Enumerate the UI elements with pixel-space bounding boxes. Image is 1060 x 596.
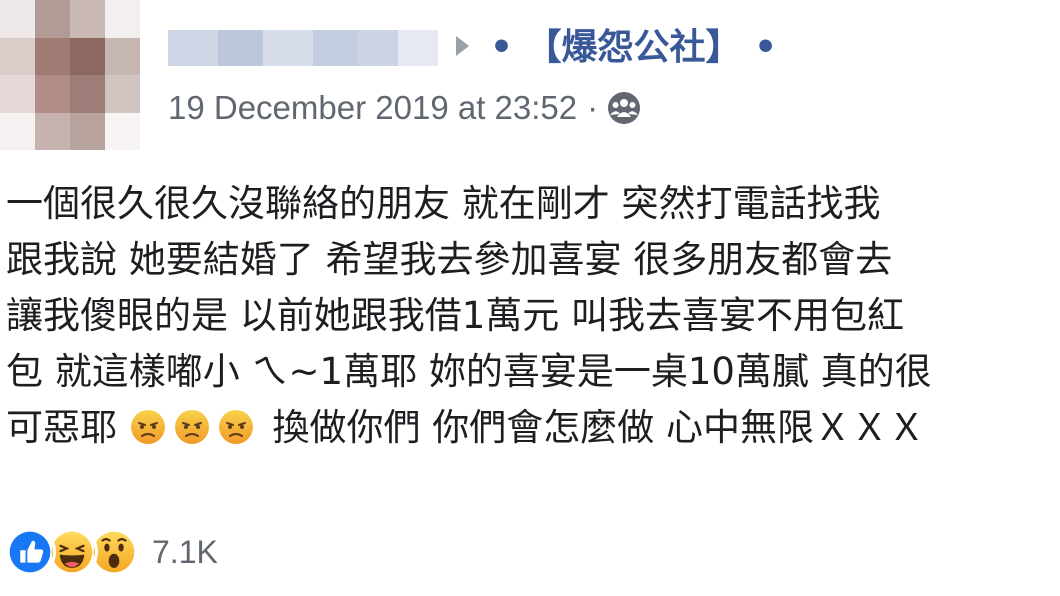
arrow-right-icon	[456, 36, 469, 56]
angry-face-icon	[218, 410, 253, 444]
post-body: 一個很久很久沒聯絡的朋友 就在剛才 突然打電話找我 跟我說 她要結婚了 希望我去…	[6, 176, 1060, 456]
post-text-line: 包 就這樣嘟小 ㄟ~1萬耶 妳的喜宴是一桌10萬膩 真的很	[6, 350, 932, 393]
reaction-count[interactable]: 7.1K	[152, 534, 218, 571]
post-text-line-last: 可惡耶 換做你們 你們會怎麼做 心中無限ＸＸＸ	[6, 400, 1060, 456]
angry-face-icon	[130, 410, 165, 444]
meta-separator: ·	[587, 89, 599, 126]
timestamp-link[interactable]: 19 December 2019 at 23:52	[168, 86, 577, 130]
group-icon[interactable]	[606, 90, 642, 126]
post-text-suffix: 換做你們 你們會怎麼做 心中無限ＸＸＸ	[272, 406, 926, 449]
post-text-line: 讓我傻眼的是 以前她跟我借1萬元 叫我去喜宴不用包紅	[6, 294, 905, 337]
group-name-link[interactable]: • 【爆怨公社】 •	[490, 22, 777, 74]
post-text-prefix: 可惡耶	[6, 406, 117, 449]
post-meta: 19 December 2019 at 23:52 ·	[168, 86, 642, 130]
author-name-blurred[interactable]	[168, 30, 438, 66]
post-text-line: 一個很久很久沒聯絡的朋友 就在剛才 突然打電話找我	[6, 182, 881, 225]
author-avatar[interactable]	[0, 0, 140, 150]
post-text-line: 跟我說 她要結婚了 希望我去參加喜宴 很多朋友都會去	[6, 238, 893, 281]
facebook-post: • 【爆怨公社】 • 19 December 2019 at 23:52 · 一…	[0, 0, 1060, 596]
like-icon[interactable]	[4, 526, 56, 578]
reactions-summary[interactable]: 7.1K	[4, 524, 218, 580]
angry-face-icon	[174, 410, 209, 444]
